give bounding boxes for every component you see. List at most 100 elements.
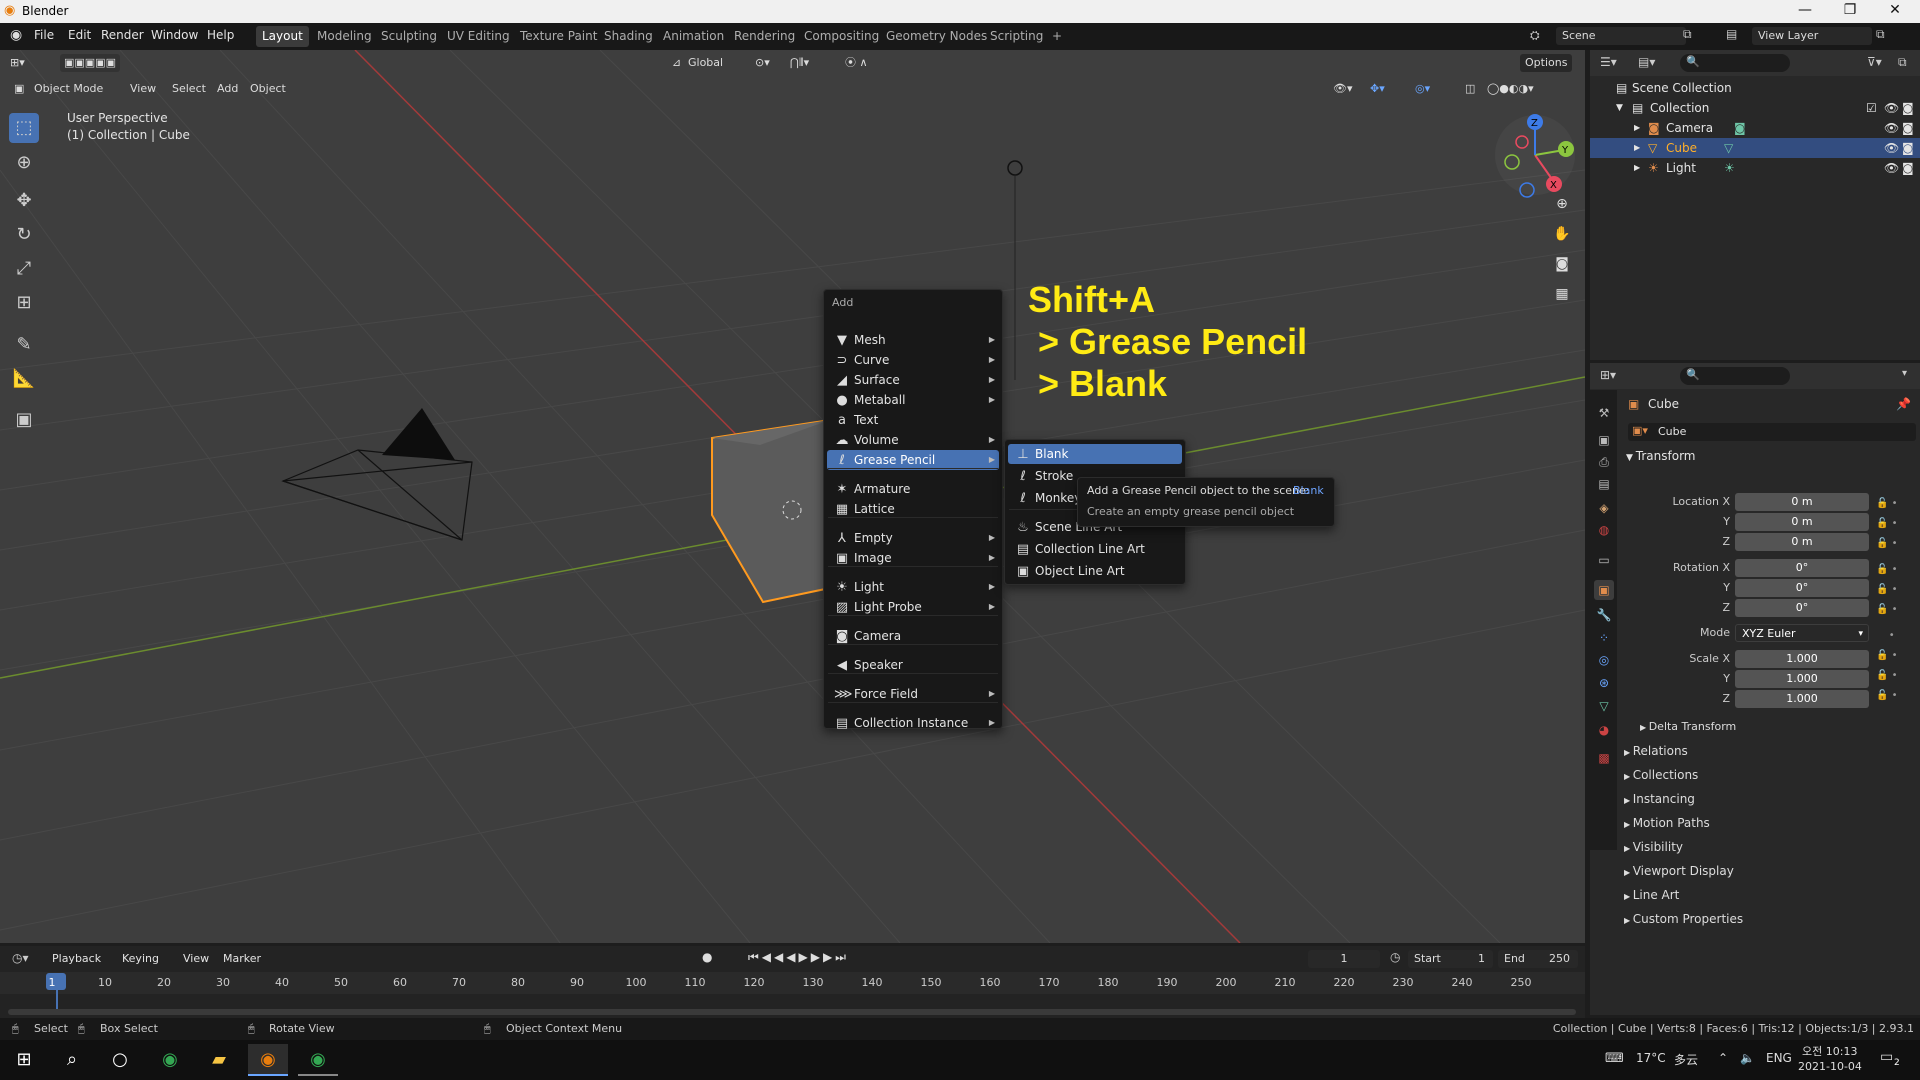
add-menu-item-surface[interactable]: ◢ Surface ▶ xyxy=(827,370,999,390)
panel-motion-paths[interactable]: ▶ Motion Paths xyxy=(1624,816,1710,830)
add-menu-item-metaball[interactable]: ● Metaball ▶ xyxy=(827,390,999,410)
3d-viewport[interactable]: User Perspective (1) Collection | Cube ⬚… xyxy=(0,50,1585,943)
add-menu-item-volume[interactable]: ☁ Volume ▶ xyxy=(827,430,999,450)
scene-selector[interactable]: Scene xyxy=(1556,27,1686,45)
panel-line-art[interactable]: ▶ Line Art xyxy=(1624,888,1679,902)
scale-x-field[interactable]: 1.000 xyxy=(1735,650,1869,668)
add-menu-item-empty[interactable]: ⅄ Empty ▶ xyxy=(827,528,999,548)
lock-icon[interactable]: 🔓 • xyxy=(1876,560,1916,580)
restore-button[interactable]: ❐ xyxy=(1830,2,1870,18)
properties-editor-icon[interactable]: ⊞▾ xyxy=(1600,368,1616,382)
playback-controls-icons[interactable]: ⏮◀◀◀▶▶▶⏭ xyxy=(748,950,849,965)
tray-chevron-icon[interactable]: ⌃ xyxy=(1718,1051,1728,1065)
expand-icon[interactable]: ▶ xyxy=(1634,158,1640,178)
new-view-layer-icon[interactable]: ⧉ xyxy=(1876,27,1885,42)
lock-icon[interactable]: 🔓 • xyxy=(1876,580,1916,600)
scale-z-field[interactable]: 1.000 xyxy=(1735,690,1869,708)
gp-menu-item-collection-line-art[interactable]: ▤ Collection Line Art xyxy=(1008,539,1182,559)
measure-tool[interactable]: 📐 xyxy=(9,364,39,394)
add-menu-item-lattice[interactable]: ▦ Lattice xyxy=(827,499,999,519)
add-menu-item-force-field[interactable]: ⋙ Force Field ▶ xyxy=(827,684,999,704)
keyframe-dot-icon[interactable]: • xyxy=(1876,626,1916,646)
navigation-gizmo[interactable]: X Y Z xyxy=(1490,110,1580,200)
expand-icon[interactable]: ▼ xyxy=(1616,98,1623,118)
move-tool[interactable]: ✥ xyxy=(9,186,39,216)
scene-tab-icon[interactable]: ◈ xyxy=(1594,498,1614,518)
physics-tab-icon[interactable]: ◎ xyxy=(1594,650,1614,670)
keyboard-icon[interactable]: ⌨ xyxy=(1605,1051,1624,1066)
keying-menu[interactable]: Keying xyxy=(122,952,159,965)
panel-viewport-display[interactable]: ▶ Viewport Display xyxy=(1624,864,1734,878)
transform-tool[interactable]: ⊞ xyxy=(9,288,39,318)
snap-icon[interactable]: ⋂⫴▾ xyxy=(790,54,809,72)
add-cube-tool[interactable]: ▣ xyxy=(9,405,39,435)
clock-time[interactable]: 오전 10:13 xyxy=(1802,1043,1857,1059)
blender-menu-icon[interactable]: ◉ xyxy=(10,27,22,43)
tab-layout[interactable]: Layout xyxy=(256,26,309,47)
menu-help[interactable]: Help xyxy=(207,28,234,42)
expand-icon[interactable]: ▶ xyxy=(1634,138,1640,158)
clock-date[interactable]: 2021-10-04 xyxy=(1798,1060,1862,1073)
minimize-button[interactable]: — xyxy=(1785,2,1825,18)
select-mode-icons[interactable]: ▣▣▣▣▣ xyxy=(60,54,120,72)
object-name-field[interactable]: ▣▾ Cube xyxy=(1628,423,1916,441)
outliner-cube[interactable]: ▶ ▽ Cube ▽ 👁 ◙ xyxy=(1590,138,1920,158)
lock-icon[interactable]: 🔓 • xyxy=(1876,666,1916,686)
shading-modes-icons[interactable]: ◯●◐◑▾ xyxy=(1487,80,1534,98)
overlay-toggle-icon[interactable]: ◎▾ xyxy=(1415,80,1430,98)
world-tab-icon[interactable]: ◍ xyxy=(1594,520,1614,540)
new-scene-icon[interactable]: ⧉ xyxy=(1683,27,1692,42)
chrome-window-icon[interactable]: ◉ xyxy=(298,1044,338,1076)
scale-y-field[interactable]: 1.000 xyxy=(1735,670,1869,688)
tab-texture-paint[interactable]: Texture Paint xyxy=(514,26,603,47)
gp-menu-item-object-line-art[interactable]: ▣ Object Line Art xyxy=(1008,561,1182,581)
timeline-editor-icon[interactable]: ◷▾ xyxy=(12,951,29,965)
clock-icon[interactable]: ◷ xyxy=(1390,950,1400,964)
blender-taskbar-icon[interactable]: ◉ xyxy=(248,1044,288,1076)
data-tab-icon[interactable]: ▽ xyxy=(1594,696,1614,716)
volume-icon[interactable]: 🔈 xyxy=(1740,1051,1755,1065)
delta-transform-panel[interactable]: ▶ Delta Transform xyxy=(1640,720,1736,733)
lock-icon[interactable]: 🔓 • xyxy=(1876,600,1916,620)
modifier-tab-icon[interactable]: 🔧 xyxy=(1594,605,1614,625)
add-menu-item-light-probe[interactable]: ▨ Light Probe ▶ xyxy=(827,597,999,617)
current-frame-field[interactable]: 1 xyxy=(1308,950,1380,968)
tab-animation[interactable]: Animation xyxy=(657,26,730,47)
pin-icon[interactable]: 📌 xyxy=(1896,397,1911,411)
add-menu-item-collection-instance[interactable]: ▤ Collection Instance ▶ xyxy=(827,713,999,733)
camera-render-icon[interactable]: ◙ xyxy=(1902,138,1914,158)
outliner-collection[interactable]: ▼ ▤ Collection ☑ 👁 ◙ xyxy=(1590,98,1920,118)
cursor-tool[interactable]: ⊕ xyxy=(9,148,39,178)
camera-render-icon[interactable]: ◙ xyxy=(1902,118,1914,138)
lock-icon[interactable]: 🔓 • xyxy=(1876,534,1916,554)
filter-icon[interactable]: ⊽▾ xyxy=(1867,55,1882,69)
output-tab-icon[interactable]: ⎙ xyxy=(1594,452,1614,472)
chevron-down-icon[interactable]: ▾ xyxy=(1902,368,1907,379)
tab-geometry-nodes[interactable]: Geometry Nodes xyxy=(880,26,993,47)
tab-rendering[interactable]: Rendering xyxy=(728,26,801,47)
add-workspace-button[interactable]: + xyxy=(1046,26,1068,47)
rotate-tool[interactable]: ↻ xyxy=(9,220,39,250)
tab-shading[interactable]: Shading xyxy=(598,26,659,47)
gizmo-toggle-icon[interactable]: ✥▾ xyxy=(1370,80,1385,98)
tab-scripting[interactable]: Scripting xyxy=(984,26,1049,47)
location-z-field[interactable]: 0 m xyxy=(1735,533,1869,551)
weather-label[interactable]: 多云 xyxy=(1674,1051,1698,1068)
outliner-search-input[interactable]: 🔍 xyxy=(1680,54,1790,72)
outliner-scene-collection[interactable]: ▤ Scene Collection xyxy=(1590,78,1920,98)
outliner-editor-icon[interactable]: ☰▾ xyxy=(1600,55,1617,69)
menu-window[interactable]: Window xyxy=(151,28,198,42)
menu-render[interactable]: Render xyxy=(101,28,144,42)
zoom-view-button[interactable]: ⊕ xyxy=(1550,192,1574,216)
view-menu[interactable]: View xyxy=(130,80,156,98)
proportional-edit-icon[interactable]: ⦿ ∧ xyxy=(845,54,868,72)
add-menu-item-camera[interactable]: ◙ Camera xyxy=(827,626,999,646)
tab-modeling[interactable]: Modeling xyxy=(311,26,378,47)
end-frame-field[interactable]: End 250 xyxy=(1498,950,1578,968)
add-menu-button[interactable]: Add xyxy=(217,80,238,98)
mode-selector[interactable]: Object Mode xyxy=(34,80,103,98)
outliner-light[interactable]: ▶ ☀ Light ☀ 👁 ◙ xyxy=(1590,158,1920,178)
particles-tab-icon[interactable]: ⁘ xyxy=(1594,628,1614,648)
add-menu-item-armature[interactable]: ✶ Armature xyxy=(827,479,999,499)
notification-icon[interactable]: ▭ xyxy=(1880,1049,1893,1065)
